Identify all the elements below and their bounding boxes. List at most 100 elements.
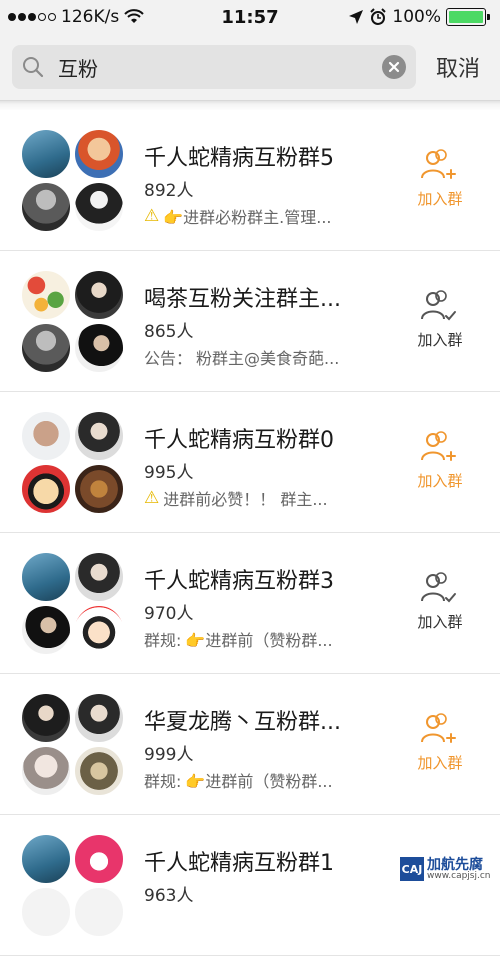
member-avatar <box>20 269 72 321</box>
group-name: 千人蛇精病互粉群3 <box>144 563 334 595</box>
group-avatar <box>20 410 126 516</box>
watermark-url: www.capjsj.cn <box>427 872 491 881</box>
member-avatar <box>20 692 72 744</box>
clock: 11:57 <box>221 7 278 28</box>
watermark-title: 加航先腐 <box>427 858 491 872</box>
group-list: 千人蛇精病互粉群5892人⚠👉进群必粉群主.管理...加入群喝茶互粉关注群主..… <box>0 110 500 956</box>
group-name: 华夏龙腾丶互粉群... <box>144 704 341 736</box>
member-avatar <box>20 833 72 885</box>
status-right: 100% <box>348 7 492 27</box>
cancel-button[interactable]: 取消 <box>436 51 480 83</box>
member-avatar <box>20 745 72 797</box>
member-avatar <box>73 551 125 603</box>
join-group-label: 加入群 <box>417 470 462 491</box>
member-avatar <box>73 463 125 515</box>
notice-prefix: 群规: <box>144 627 181 651</box>
join-group-button[interactable]: 加入群 <box>405 712 475 782</box>
member-avatar <box>73 604 125 656</box>
alarm-icon <box>369 8 387 26</box>
watermark-logo: CAJ <box>400 857 424 881</box>
group-avatar <box>20 692 126 798</box>
search-input[interactable] <box>56 54 382 80</box>
warning-icon: ⚠ <box>144 488 159 508</box>
join-group-button[interactable]: 加入群 <box>405 289 475 359</box>
group-notice: 公告：粉群主@美食奇葩... <box>144 345 339 369</box>
notice-prefix: 公告： <box>144 345 192 369</box>
watermark: CAJ 加航先腐 www.capjsj.cn <box>400 854 496 884</box>
group-name: 千人蛇精病互粉群1 <box>144 845 334 877</box>
warning-icon: ⚠ <box>144 206 159 226</box>
group-notice: 群规:👉进群前（赞粉群... <box>144 768 333 792</box>
group-avatar <box>20 128 126 234</box>
location-icon <box>348 9 364 25</box>
group-name: 千人蛇精病互粉群0 <box>144 422 334 454</box>
add-group-icon <box>420 148 460 182</box>
member-avatar <box>73 410 125 462</box>
join-group-button[interactable]: 加入群 <box>405 571 475 641</box>
join-group-button[interactable]: 加入群 <box>405 430 475 500</box>
join-group-label: 加入群 <box>417 752 462 773</box>
battery-percent: 100% <box>392 7 441 27</box>
member-count: 995人 <box>144 458 193 483</box>
group-name: 千人蛇精病互粉群5 <box>144 140 334 172</box>
group-notice: ⚠进群前必赞！！ 群主... <box>144 486 328 510</box>
add-group-icon <box>420 712 460 746</box>
member-avatar <box>73 269 125 321</box>
join-group-label: 加入群 <box>417 188 462 209</box>
group-item[interactable]: 千人蛇精病互粉群1 963人 <box>0 815 500 956</box>
member-count: 865人 <box>144 317 193 342</box>
member-avatar <box>20 551 72 603</box>
member-avatar <box>20 128 72 180</box>
group-name: 喝茶互粉关注群主... <box>144 281 341 313</box>
network-speed: 126K/s <box>61 7 119 27</box>
member-avatar <box>73 886 125 938</box>
group-item[interactable]: 千人蛇精病互粉群3 970人群规:👉进群前（赞粉群... 加入群 <box>0 533 500 674</box>
group-item[interactable]: 华夏龙腾丶互粉群... 999人群规:👉进群前（赞粉群... 加入群 <box>0 674 500 815</box>
add-group-icon <box>420 571 460 605</box>
group-notice: 群规:👉进群前（赞粉群... <box>144 627 333 651</box>
signal-icon <box>8 13 56 21</box>
member-avatar <box>20 886 72 938</box>
member-avatar <box>73 833 125 885</box>
member-avatar <box>73 692 125 744</box>
join-group-button[interactable]: 加入群 <box>405 148 475 218</box>
notice-text: 进群前必赞！！ 群主... <box>163 486 327 510</box>
member-avatar <box>20 181 72 233</box>
notice-text: 粉群主@美食奇葩... <box>196 345 339 369</box>
member-count: 999人 <box>144 740 193 765</box>
clear-icon[interactable] <box>382 55 406 79</box>
join-group-label: 加入群 <box>417 611 462 632</box>
member-count: 970人 <box>144 599 193 624</box>
notice-text: 👉进群前（赞粉群... <box>185 768 332 792</box>
member-avatar <box>73 745 125 797</box>
status-left: 126K/s <box>8 7 144 27</box>
member-avatar <box>20 410 72 462</box>
group-avatar <box>20 833 126 939</box>
member-avatar <box>20 322 72 374</box>
member-count: 963人 <box>144 881 193 906</box>
add-group-icon <box>420 430 460 464</box>
member-avatar <box>20 604 72 656</box>
search-box[interactable] <box>12 45 416 89</box>
status-bar: 126K/s 11:57 100% <box>0 0 500 34</box>
join-group-label: 加入群 <box>417 329 462 350</box>
group-avatar <box>20 269 126 375</box>
member-avatar <box>20 463 72 515</box>
battery-fill <box>449 11 483 23</box>
group-avatar <box>20 551 126 657</box>
add-group-icon <box>420 289 460 323</box>
notice-prefix: 群规: <box>144 768 181 792</box>
member-count: 892人 <box>144 176 193 201</box>
search-icon <box>22 56 44 78</box>
search-header: 取消 <box>0 34 500 100</box>
member-avatar <box>73 322 125 374</box>
battery-icon <box>446 8 486 26</box>
member-avatar <box>73 128 125 180</box>
group-item[interactable]: 喝茶互粉关注群主... 865人公告：粉群主@美食奇葩... 加入群 <box>0 251 500 392</box>
wifi-icon <box>124 9 144 25</box>
group-item[interactable]: 千人蛇精病互粉群5 892人 ⚠👉进群必粉群主.管理... 加入群 <box>0 110 500 251</box>
member-avatar <box>73 181 125 233</box>
group-item[interactable]: 千人蛇精病互粉群0 995人 ⚠进群前必赞！！ 群主... 加入群 <box>0 392 500 533</box>
group-notice: ⚠👉进群必粉群主.管理... <box>144 204 332 228</box>
notice-text: 👉进群必粉群主.管理... <box>163 204 331 228</box>
